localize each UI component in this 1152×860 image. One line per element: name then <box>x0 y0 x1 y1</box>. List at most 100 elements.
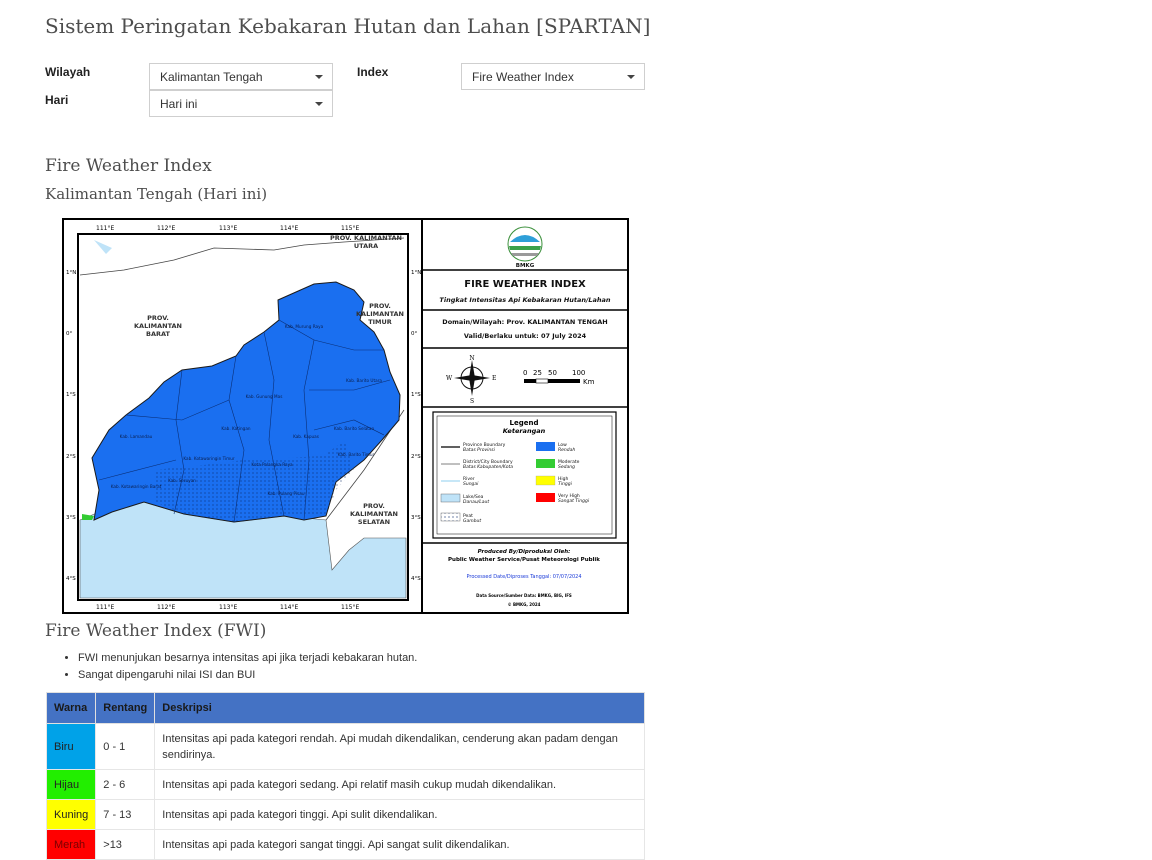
index-label: Index <box>357 65 389 79</box>
legend-item: Batas Kabupaten/Kota <box>463 464 513 470</box>
lat-tick-left: 2°S <box>66 454 76 460</box>
lat-tick-right: 1°N <box>411 270 421 276</box>
color-cell: Hijau <box>45 769 97 800</box>
compass-icon: N E S W <box>446 355 496 405</box>
lat-tick-right: 4°S <box>411 576 421 582</box>
compass-w: W <box>446 375 453 382</box>
lon-tick-bottom: 113°E <box>219 604 237 611</box>
col-rentang: Rentang <box>95 692 156 724</box>
color-cell: Biru <box>45 723 97 770</box>
lat-tick-left: 0° <box>66 331 72 337</box>
label-kalbar: PROV. KALIMANTAN BARAT <box>134 314 182 338</box>
regency-label: Kota Palangka Raya <box>251 462 293 467</box>
regency-label: Kab. Lamandau <box>120 434 153 439</box>
page: Sistem Peringatan Kebakaran Hutan dan La… <box>0 0 1152 860</box>
fwi-bullet: Sangat dipengaruhi nilai ISI dan BUI <box>78 667 417 684</box>
lon-tick-top: 113°E <box>219 225 237 232</box>
wilayah-label: Wilayah <box>45 65 91 79</box>
legend-item: Sangat Tinggi <box>558 498 590 504</box>
index-select[interactable]: Fire Weather Index <box>461 63 645 90</box>
regency-label: Kab. Barito Timur <box>338 452 375 457</box>
lat-tick-right: 0° <box>411 331 417 337</box>
map-heading-sub: Tingkat Intensitas Api Kebakaran Hutan/L… <box>439 296 611 304</box>
fwi-map-svg: 111°E 112°E 113°E 114°E 115°E 111°E 112°… <box>66 220 627 612</box>
col-warna: Warna <box>45 692 97 724</box>
label-kaltara: PROV. KALIMANTAN UTARA <box>330 234 402 250</box>
regency-label: Kab. Murung Raya <box>285 324 324 329</box>
wilayah-select-value: Kalimantan Tengah <box>160 70 263 84</box>
label-kalsel: PROV. KALIMANTAN SELATAN <box>350 502 398 526</box>
lon-tick-bottom: 111°E <box>96 604 114 611</box>
copyright: © BMKG, 2024 <box>508 602 541 607</box>
lon-tick-top: 111°E <box>96 225 114 232</box>
range-cell: 0 - 1 <box>95 723 156 770</box>
data-source: Data Source/Sumber Data: BMKG, BIG, IFS <box>476 593 572 598</box>
chevron-down-icon <box>315 75 323 79</box>
legend-item: Danau/Laut <box>463 499 489 505</box>
domain-line: Domain/Wilayah: Prov. KALIMANTAN TENGAH <box>442 318 607 326</box>
range-cell: >13 <box>95 829 156 860</box>
regency-label: Kab. Kotawaringin Barat <box>111 484 162 489</box>
legend-item: Gambut <box>463 518 481 524</box>
section-title: Fire Weather Index <box>45 156 212 176</box>
hari-label: Hari <box>45 93 69 107</box>
regency-label: Kab. Kotawaringin Timur <box>183 456 235 461</box>
chevron-down-icon <box>315 102 323 106</box>
lon-tick-top: 112°E <box>157 225 175 232</box>
producer: Public Weather Service/Pusat Meteorologi… <box>448 557 600 563</box>
table-row: Hijau 2 - 6 Intensitas api pada kategori… <box>45 769 645 800</box>
scale-label: 50 <box>548 369 557 377</box>
scale-label: 25 <box>533 369 542 377</box>
color-cell: Merah <box>45 829 97 860</box>
description-cell: Intensitas api pada kategori rendah. Api… <box>154 723 645 770</box>
logo-text: BMKG <box>516 263 535 269</box>
lon-tick-bottom: 112°E <box>157 604 175 611</box>
description-cell: Intensitas api pada kategori sedang. Api… <box>154 769 645 800</box>
description-cell: Intensitas api pada kategori sangat ting… <box>154 829 645 860</box>
legend-subtitle: Keterangan <box>503 427 546 435</box>
regency-label: Kab. Seruyan <box>168 478 196 483</box>
legend-item: Tinggi <box>558 481 573 487</box>
lat-tick-left: 1°N <box>66 270 76 276</box>
wilayah-select[interactable]: Kalimantan Tengah <box>149 63 333 90</box>
compass-n: N <box>469 355 474 362</box>
lon-tick-bottom: 115°E <box>341 604 359 611</box>
legend-item: Batas Provinsi <box>463 447 496 453</box>
valid-line: Valid/Berlaku untuk: 07 July 2024 <box>464 332 587 340</box>
map-subtitle: Kalimantan Tengah (Hari ini) <box>45 185 268 203</box>
regency-label: Kab. Katingan <box>221 426 250 431</box>
lon-tick-top: 114°E <box>280 225 298 232</box>
range-cell: 7 - 13 <box>95 799 156 830</box>
color-cell: Kuning <box>45 799 97 830</box>
fwi-table: Warna Rentang Deskripsi Biru 0 - 1 Inten… <box>45 692 645 860</box>
col-deskripsi: Deskripsi <box>154 692 645 724</box>
lat-tick-right: 2°S <box>411 454 421 460</box>
description-cell: Intensitas api pada kategori tinggi. Api… <box>154 799 645 830</box>
label-kaltim: PROV. KALIMANTAN TIMUR <box>356 302 404 326</box>
scale-bar: 0 25 50 100 Km <box>523 369 595 386</box>
index-select-value: Fire Weather Index <box>472 70 574 84</box>
lat-tick-left: 3°S <box>66 515 76 521</box>
bmkg-logo: BMKG <box>507 226 543 269</box>
lat-tick-left: 1°S <box>66 392 76 398</box>
page-title: Sistem Peringatan Kebakaran Hutan dan La… <box>45 14 651 38</box>
lat-tick-left: 4°S <box>66 576 76 582</box>
lat-tick-right: 1°S <box>411 392 421 398</box>
compass-s: S <box>470 398 474 405</box>
regency-label: Kab. Barito Utara <box>346 378 382 383</box>
produced-by: Produced By/Diproduksi Oleh: <box>478 549 571 555</box>
scale-unit: Km <box>583 378 595 386</box>
chevron-down-icon <box>627 75 635 79</box>
table-header-row: Warna Rentang Deskripsi <box>45 692 645 724</box>
fwi-bullets: FWI menunjukan besarnya intensitas api j… <box>60 650 417 684</box>
table-row: Kuning 7 - 13 Intensitas api pada katego… <box>45 799 645 830</box>
regency-label: Kab. Barito Selatan <box>334 426 375 431</box>
scale-label: 0 <box>523 369 527 377</box>
legend-item: Sedang <box>558 464 575 470</box>
hari-select[interactable]: Hari ini <box>149 90 333 117</box>
hari-select-value: Hari ini <box>160 97 198 111</box>
regency-label: Kab. Pulang Pisau <box>267 491 304 496</box>
compass-e: E <box>492 375 496 382</box>
range-cell: 2 - 6 <box>95 769 156 800</box>
lat-tick-right: 3°S <box>411 515 421 521</box>
